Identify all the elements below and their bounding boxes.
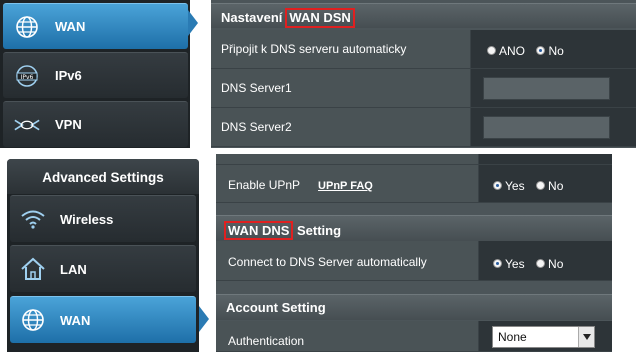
- radio-upnp-yes[interactable]: [493, 181, 502, 191]
- sidebar-item-wan[interactable]: WAN: [10, 296, 196, 343]
- radio-no[interactable]: [536, 46, 546, 56]
- dns-server2-row: DNS Server2: [211, 108, 636, 147]
- globe-icon: [18, 306, 48, 334]
- header-prefix: Nastavení: [221, 10, 283, 25]
- highlight-box: WAN DSN: [285, 8, 355, 28]
- svg-text:IPv6: IPv6: [21, 74, 34, 81]
- content-top: Nastavení WAN DSN Připojit k DNS serveru …: [211, 0, 636, 148]
- sidebar-top: WAN IPv6 IPv6 VPN: [0, 0, 190, 148]
- dns-server2-input[interactable]: [483, 116, 610, 139]
- active-pointer: [199, 306, 209, 332]
- row-label: Připojit k DNS serveru automaticky: [221, 42, 407, 56]
- dns-server1-input[interactable]: [483, 77, 610, 100]
- row-label: Enable UPnP: [228, 178, 301, 192]
- dns-auto-row: Connect to DNS Server automatically Yes …: [216, 241, 612, 281]
- row-label: DNS Server2: [221, 120, 292, 134]
- sidebar-title: Advanced Settings: [42, 170, 164, 185]
- radio-dns-yes[interactable]: [493, 259, 502, 269]
- panel-top-czech: WAN IPv6 IPv6 VPN Nastavení WAN DSN Připo…: [0, 0, 636, 148]
- section-header-wan-dns: WAN DNS Setting: [216, 215, 612, 241]
- upnp-row: Enable UPnP UPnP FAQ Yes No: [216, 165, 612, 203]
- dns-server1-row: DNS Server1: [211, 69, 636, 108]
- sidebar-item-label: WAN: [60, 312, 91, 328]
- authentication-select[interactable]: None: [492, 326, 595, 348]
- section-header-account: Account Setting: [216, 294, 612, 320]
- panel-bottom-english: Advanced Settings Wireless LAN WAN Enabl…: [0, 154, 636, 352]
- content-bottom: Enable UPnP UPnP FAQ Yes No WAN DNS Setti…: [216, 154, 612, 352]
- chevron-down-icon: [578, 327, 594, 347]
- sidebar-item-label: WAN: [55, 19, 86, 34]
- upnp-faq-link[interactable]: UPnP FAQ: [318, 180, 373, 192]
- sidebar-bottom: Advanced Settings Wireless LAN WAN: [7, 159, 199, 352]
- sidebar-item-label: VPN: [55, 117, 82, 132]
- wifi-icon: [18, 205, 48, 233]
- sidebar-item-vpn[interactable]: VPN: [3, 101, 188, 147]
- active-pointer: [188, 10, 198, 36]
- advanced-settings-header: Advanced Settings: [7, 159, 199, 194]
- highlight-box: WAN DNS: [224, 221, 294, 240]
- header-suffix: Setting: [293, 223, 342, 238]
- header-title: Account Setting: [226, 300, 326, 315]
- sidebar-item-ipv6[interactable]: IPv6 IPv6: [3, 52, 188, 98]
- authentication-row: Authentication None: [216, 321, 612, 352]
- previous-row-sliver: [216, 154, 612, 165]
- vpn-icon: [13, 111, 41, 139]
- sidebar-item-wan[interactable]: WAN: [3, 3, 188, 49]
- sidebar-item-wireless[interactable]: Wireless: [10, 195, 196, 242]
- sidebar-item-label: LAN: [60, 261, 87, 277]
- radio-upnp-no[interactable]: [536, 181, 546, 191]
- section-header-wan-dns: Nastavení WAN DSN: [211, 3, 636, 28]
- radio-ano[interactable]: [487, 46, 496, 56]
- sidebar-item-lan[interactable]: LAN: [10, 245, 196, 292]
- sidebar-item-label: IPv6: [55, 68, 82, 83]
- ipv6-icon: IPv6: [13, 62, 41, 90]
- row-label: Authentication: [228, 334, 305, 348]
- row-label: Connect to DNS Server automatically: [228, 255, 427, 269]
- radio-dns-no[interactable]: [536, 259, 546, 269]
- globe-icon: [13, 13, 41, 41]
- row-label: DNS Server1: [221, 81, 292, 95]
- sidebar-item-label: Wireless: [60, 211, 114, 227]
- dns-auto-row: Připojit k DNS serveru automaticky ANO N…: [211, 30, 636, 69]
- home-icon: [18, 255, 48, 283]
